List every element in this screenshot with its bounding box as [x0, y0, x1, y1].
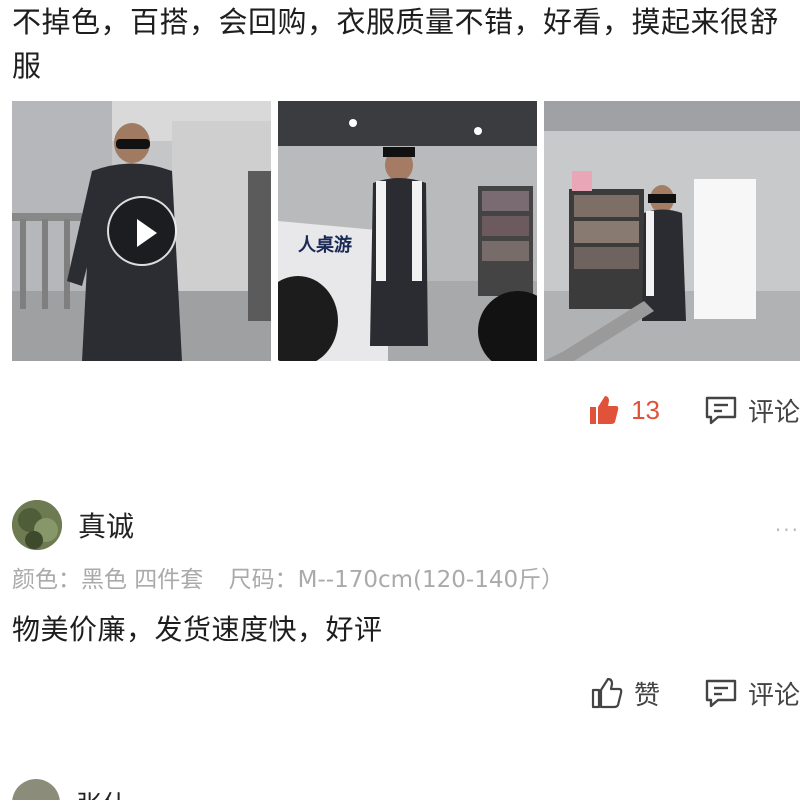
- spec-color: 颜色：黑色 四件套: [12, 567, 204, 593]
- like-button[interactable]: 13: [587, 393, 660, 427]
- comment-button[interactable]: 评论: [704, 675, 800, 712]
- review-text: 物美价廉，发货速度快，好评: [12, 613, 383, 646]
- review-text: 不掉色，百搭，会回购，衣服质量不错，好看，摸起来很舒服: [12, 5, 780, 83]
- spec-size: 尺码：M--170cm(120-140斤）: [228, 567, 565, 593]
- product-spec: 颜色：黑色 四件套 尺码：M--170cm(120-140斤）: [12, 560, 564, 594]
- like-count: 13: [631, 394, 660, 425]
- photo-scene-image: 人桌游: [278, 101, 537, 361]
- review-photo-2[interactable]: 人桌游: [278, 101, 537, 361]
- comment-button[interactable]: 评论: [704, 392, 800, 429]
- play-icon[interactable]: [107, 196, 177, 266]
- reviewer-info: 张仕: [12, 779, 128, 800]
- comment-icon: [704, 393, 738, 427]
- comment-icon: [704, 676, 738, 710]
- review-actions: 13 评论: [587, 388, 800, 432]
- thumbs-up-filled-icon: [587, 393, 621, 427]
- thumbs-up-icon: [590, 676, 624, 710]
- reviewer-info: 真诚: [12, 500, 134, 550]
- more-options-icon[interactable]: ···: [775, 518, 800, 542]
- comment-label: 评论: [747, 397, 800, 428]
- review-photo-3[interactable]: [544, 101, 800, 361]
- review-actions: 赞 评论: [590, 671, 800, 715]
- photo-scene-image: [544, 101, 800, 361]
- review-video-thumbnail[interactable]: [12, 101, 271, 361]
- review-photo-gallery: 人桌游: [12, 101, 800, 361]
- avatar[interactable]: [12, 500, 62, 550]
- reviewer-name[interactable]: 张仕: [76, 785, 128, 800]
- photo-sign-text: 人桌游: [298, 234, 352, 256]
- reviewer-name[interactable]: 真诚: [78, 505, 134, 545]
- like-label: 赞: [633, 680, 660, 711]
- avatar[interactable]: [12, 779, 60, 800]
- like-button[interactable]: 赞: [590, 675, 660, 712]
- comment-label: 评论: [747, 680, 800, 711]
